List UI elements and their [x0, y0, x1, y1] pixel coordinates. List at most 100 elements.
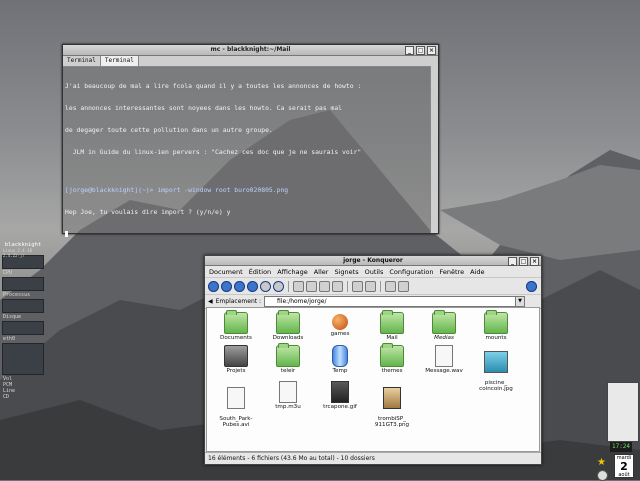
toolbar-separator [288, 280, 289, 292]
dock-panel: 17:24 ★ mardi 2 août [597, 382, 640, 481]
terminal-window[interactable]: mc - blackknight:~/Mail _ □ × Terminal T… [62, 44, 439, 237]
copy-icon[interactable] [306, 280, 317, 292]
calendar-widget[interactable]: mardi 2 août [614, 454, 634, 478]
file-item[interactable]: games [313, 312, 367, 337]
menu-outils[interactable]: Outils [365, 268, 384, 276]
terminal-titlebar[interactable]: mc - blackknight:~/Mail _ □ × [63, 45, 438, 56]
processes-label: Processus [3, 292, 31, 298]
calendar-day: 2 [620, 460, 628, 473]
menu-affichage[interactable]: Affichage [277, 268, 308, 276]
image-thumbnail-icon [484, 351, 508, 373]
terminal-tab[interactable]: Terminal [63, 56, 101, 66]
paste-icon[interactable] [319, 280, 330, 292]
file-item[interactable]: tmp.m3u [261, 381, 315, 410]
status-bar: 16 éléments - 6 fichiers (43.6 Mo au tot… [205, 452, 541, 464]
menu-aide[interactable]: Aide [470, 268, 484, 276]
back-arrow-icon[interactable] [221, 280, 232, 292]
games-icon [332, 314, 348, 330]
file-item[interactable]: teleir [261, 343, 315, 374]
disk-meter [2, 299, 44, 313]
file-label: Documents [220, 335, 252, 341]
location-label: Emplacement : [215, 298, 262, 305]
disk-label: Disque [3, 314, 22, 320]
cpu-label: CPU [3, 270, 13, 276]
maximize-button[interactable]: □ [519, 257, 528, 266]
konqueror-window[interactable]: jorge - Konqueror _ □ × Document Édition… [204, 255, 542, 465]
file-icon-view[interactable]: Documents Downloads games Mail Medias mo… [206, 307, 540, 452]
toolbar-separator [380, 280, 381, 292]
terminal-scrollbar[interactable] [430, 66, 438, 233]
file-label: Mail [386, 335, 398, 341]
file-item[interactable]: mounts [469, 310, 523, 341]
file-label: trombiSP_ 911GT3.png [374, 416, 410, 428]
file-item[interactable]: trcapone.gif [313, 381, 367, 410]
menu-signets[interactable]: Signets [334, 268, 358, 276]
image-thumbnail-icon [383, 387, 401, 409]
terminal-line: Hep Joe, tu voulais dire import ? (y/n/e… [65, 207, 231, 216]
zoom-out-icon[interactable] [365, 280, 376, 292]
file-label: mounts [485, 335, 507, 341]
folder-icon [224, 310, 248, 334]
menu-document[interactable]: Document [209, 268, 243, 276]
forward-arrow-icon[interactable] [234, 280, 245, 292]
location-input[interactable]: file:/home/jorge/ ▼ [264, 296, 525, 307]
konqueror-title: jorge - Konqueror [343, 257, 403, 264]
terminal-line: les annonces interessantes sont noyees d… [65, 104, 343, 113]
menubar: Document Édition Affichage Aller Signets… [205, 266, 541, 278]
maximize-button[interactable]: □ [416, 46, 425, 55]
file-label: Projets [226, 368, 246, 374]
file-label: piscine_ coincoin.jpg [479, 380, 513, 392]
mixer-label[interactable]: CD [0, 394, 46, 400]
file-label: games [330, 331, 350, 337]
file-item[interactable]: piscine_ coincoin.jpg [469, 345, 523, 398]
menu-aller[interactable]: Aller [314, 268, 329, 276]
close-button[interactable]: × [427, 46, 436, 55]
konqueror-titlebar[interactable]: jorge - Konqueror _ □ × [205, 256, 541, 266]
up-arrow-icon[interactable] [208, 280, 219, 292]
file-label: Downloads [272, 335, 304, 341]
file-item[interactable]: trombiSP_ 911GT3.png [365, 381, 419, 434]
terminal-output[interactable]: J'ai beaucoup de mal a lire fcola quand … [63, 66, 430, 237]
stop-icon[interactable] [273, 280, 284, 292]
trash-icon[interactable] [332, 280, 343, 292]
file-item[interactable]: Downloads [261, 310, 315, 341]
star-icon[interactable]: ★ [597, 458, 607, 468]
menu-fenetre[interactable]: Fenêtre [439, 268, 464, 276]
konqueror-gear-icon[interactable] [526, 280, 537, 292]
clear-location-icon[interactable]: ◀ [208, 298, 213, 305]
file-item[interactable]: South_Park- Pubes.avi [209, 381, 263, 434]
menu-configuration[interactable]: Configuration [389, 268, 433, 276]
icon-view-icon[interactable] [385, 280, 396, 292]
file-label: Message.wav [425, 368, 463, 374]
file-item[interactable]: Message.wav [417, 345, 471, 374]
chevron-down-icon[interactable]: ▼ [515, 297, 524, 306]
terminal-tab[interactable]: Terminal [100, 56, 139, 66]
reload-icon[interactable] [260, 280, 271, 292]
file-item[interactable]: Documents [209, 310, 263, 341]
file-label: tmp.m3u [275, 404, 301, 410]
processes-meter [2, 277, 44, 291]
desktop-pager[interactable] [607, 382, 639, 442]
globe-icon[interactable] [597, 470, 608, 481]
menu-edition[interactable]: Édition [249, 268, 272, 276]
file-label: teleir [280, 368, 296, 374]
file-item[interactable]: Projets [209, 345, 263, 374]
file-item[interactable]: Mail [365, 310, 419, 341]
list-view-icon[interactable] [398, 280, 409, 292]
cut-icon[interactable] [293, 280, 304, 292]
folder-icon [276, 343, 300, 367]
folder-icon [276, 310, 300, 334]
minimize-button[interactable]: _ [405, 46, 414, 55]
home-icon[interactable] [247, 280, 258, 292]
file-label: Medias [434, 335, 454, 341]
terminal-line: [jorge@blackknight](~)> import -window r… [65, 185, 289, 194]
file-item[interactable]: themes [365, 343, 419, 374]
kernel-label: Linux 2.4.18 2.4.22-jr [3, 248, 32, 258]
temp-trash-icon [332, 345, 348, 367]
close-button[interactable]: × [530, 257, 539, 266]
file-item[interactable]: Medias [417, 310, 471, 341]
misc-meter [2, 343, 44, 375]
minimize-button[interactable]: _ [508, 257, 517, 266]
zoom-in-icon[interactable] [352, 280, 363, 292]
file-item[interactable]: Temp [313, 345, 367, 374]
